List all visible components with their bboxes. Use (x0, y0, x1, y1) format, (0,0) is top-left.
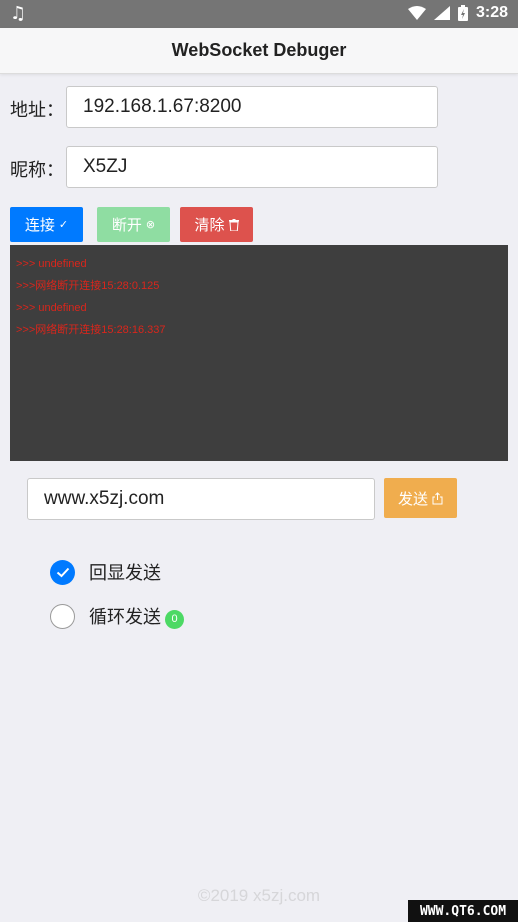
nav-bar: WebSocket Debuger (0, 28, 518, 74)
trash-icon (228, 218, 239, 231)
connect-button-label: 连接 (24, 216, 55, 234)
message-input[interactable]: www.x5zj.com (27, 478, 375, 520)
log-line: >>> undefined (16, 302, 87, 314)
send-button-label: 发送 (397, 489, 428, 508)
nickname-input[interactable]: X5ZJ (66, 146, 438, 188)
nickname-label: 昵称： (10, 160, 64, 181)
log-panel[interactable]: >>> undefined >>>网络断开连接15:28:0.125 >>> u… (10, 245, 508, 461)
page-title: WebSocket Debuger (171, 40, 347, 60)
loop-count-badge: 0 (165, 609, 184, 629)
checkmark-icon: ✓ (58, 218, 69, 231)
address-label: 地址： (10, 100, 64, 121)
log-line: >>>网络断开连接15:28:16.337 (16, 324, 166, 336)
log-line: >>> undefined (16, 258, 87, 270)
clear-button[interactable]: 清除 (180, 207, 253, 242)
music-note-icon: ♫ (10, 3, 27, 24)
status-bar: ♫ 3:28 (0, 0, 518, 28)
connect-button[interactable]: 连接 ✓ (10, 207, 83, 242)
loop-checkbox[interactable] (50, 603, 75, 629)
log-line: >>>网络断开连接15:28:0.125 (16, 280, 160, 292)
battery-charging-icon (457, 5, 468, 21)
clear-button-label: 清除 (194, 216, 225, 234)
loop-option[interactable]: 循环发送 0 (50, 603, 184, 629)
checkmark-icon (56, 567, 69, 577)
wifi-icon (407, 6, 426, 20)
status-icons: 3:28 (407, 4, 508, 22)
echo-label: 回显发送 (89, 563, 161, 584)
signal-icon (433, 6, 450, 20)
echo-option[interactable]: 回显发送 (50, 559, 161, 585)
send-button[interactable]: 发送 (384, 478, 457, 518)
address-input[interactable]: 192.168.1.67:8200 (66, 86, 438, 128)
close-circle-icon: ⊗ (145, 218, 156, 231)
disconnect-button[interactable]: 断开 ⊗ (97, 207, 170, 242)
loop-label: 循环发送 (89, 607, 161, 628)
watermark: WWW.QT6.COM (408, 900, 518, 922)
disconnect-button-label: 断开 (111, 216, 142, 234)
share-icon (432, 491, 443, 504)
echo-checkbox[interactable] (50, 559, 75, 585)
status-time: 3:28 (475, 4, 508, 21)
